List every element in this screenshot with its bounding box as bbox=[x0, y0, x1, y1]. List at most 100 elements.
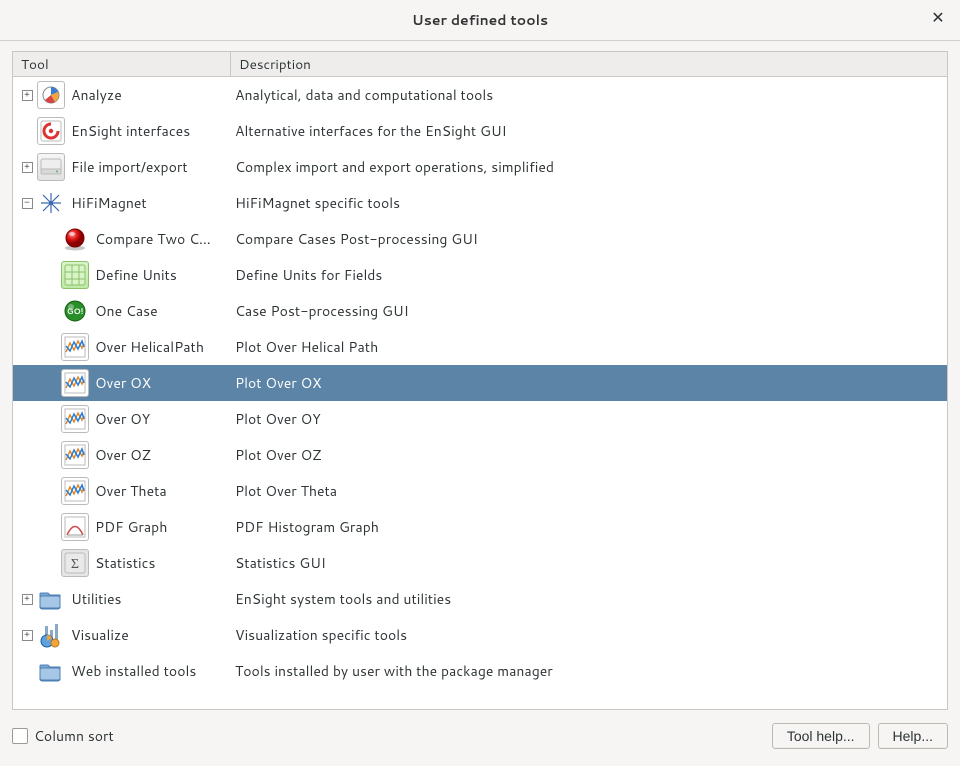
tree-row-label: Over HelicalPath bbox=[95, 337, 204, 357]
tree-row-label: Over OZ bbox=[95, 445, 151, 465]
tree-row-description: EnSight system tools and utilities bbox=[231, 589, 947, 609]
tree-row-label: Web installed tools bbox=[71, 661, 196, 681]
define-icon bbox=[61, 261, 89, 289]
tree-row[interactable]: Define UnitsDefine Units for Fields bbox=[13, 257, 947, 293]
tree-row[interactable]: Over ThetaPlot Over Theta bbox=[13, 473, 947, 509]
plot-icon bbox=[61, 369, 89, 397]
window: User defined tools ✕ Tool Description + A… bbox=[0, 0, 960, 766]
expander-placeholder bbox=[21, 413, 33, 425]
plot-icon bbox=[61, 333, 89, 361]
close-icon[interactable]: ✕ bbox=[928, 8, 948, 28]
tree-row-description: Plot Over OX bbox=[231, 373, 947, 393]
expander-placeholder bbox=[21, 305, 33, 317]
expand-icon[interactable]: + bbox=[21, 593, 33, 605]
tree-row-tool-cell: + Visualize bbox=[13, 621, 231, 649]
tree-row-label: HiFiMagnet bbox=[71, 193, 147, 213]
tree-row-label: Visualize bbox=[71, 625, 129, 645]
visual-icon bbox=[37, 621, 65, 649]
column-sort-label: Column sort bbox=[34, 726, 114, 746]
tree-row-label: Over Theta bbox=[95, 481, 167, 501]
stats-icon: Σ bbox=[61, 549, 89, 577]
footer: Column sort Tool help... Help... bbox=[12, 716, 948, 756]
ensight-icon bbox=[37, 117, 65, 145]
tree-row-tool-cell: − HiFiMagnet bbox=[13, 189, 231, 217]
plot-icon bbox=[61, 405, 89, 433]
tree-row[interactable]: Over HelicalPath Plot Over Helical Path bbox=[13, 329, 947, 365]
titlebar: User defined tools ✕ bbox=[0, 0, 960, 41]
tree-row-label: Over OX bbox=[95, 373, 151, 393]
tree-row[interactable]: Over OZ Plot Over OZ bbox=[13, 437, 947, 473]
column-header-description[interactable]: Description bbox=[231, 52, 947, 76]
folder-icon bbox=[37, 657, 65, 685]
column-header-tool[interactable]: Tool bbox=[13, 52, 231, 76]
tree-row[interactable]: Over OY Plot Over OY bbox=[13, 401, 947, 437]
tree-row-description: Compare Cases Post-processing GUI bbox=[231, 229, 947, 249]
tree-row[interactable]: EnSight interfaces Alternative interfaces… bbox=[13, 113, 947, 149]
expander-placeholder bbox=[21, 665, 33, 677]
tree-row-description: Plot Over OZ bbox=[231, 445, 947, 465]
tree-row-label: Over OY bbox=[95, 409, 150, 429]
expander-placeholder bbox=[21, 233, 33, 245]
tree-row-description: Alternative interfaces for the EnSight G… bbox=[231, 121, 947, 141]
tree-row-label: File import/export bbox=[71, 157, 188, 177]
tree-row-tool-cell: Over Theta bbox=[13, 477, 231, 505]
window-title: User defined tools bbox=[412, 10, 548, 30]
help-button[interactable]: Help... bbox=[878, 723, 948, 749]
tree-row-tool-cell: Over OZ bbox=[13, 441, 231, 469]
tree-row-label: Define Units bbox=[95, 265, 177, 285]
tree-row[interactable]: Web installed tools Tools installed by us… bbox=[13, 653, 947, 689]
tool-help-button[interactable]: Tool help... bbox=[772, 723, 870, 749]
tree-row-label: PDF Graph bbox=[95, 517, 167, 537]
tree-row[interactable]: PDF Graph PDF Histogram Graph bbox=[13, 509, 947, 545]
tree-row-description: Visualization specific tools bbox=[231, 625, 947, 645]
tree-row-tool-cell: Over OX bbox=[13, 369, 231, 397]
expand-icon[interactable]: + bbox=[21, 161, 33, 173]
expander-placeholder bbox=[21, 449, 33, 461]
plot-icon bbox=[61, 441, 89, 469]
tree-row[interactable]: Over OX Plot Over OX bbox=[13, 365, 947, 401]
expand-icon[interactable]: + bbox=[21, 629, 33, 641]
expand-icon[interactable]: + bbox=[21, 89, 33, 101]
pdf-icon bbox=[61, 513, 89, 541]
expander-placeholder bbox=[21, 269, 33, 281]
tree-row[interactable]: −HiFiMagnetHiFiMagnet specific tools bbox=[13, 185, 947, 221]
folder-icon bbox=[37, 585, 65, 613]
tree-row-tool-cell: PDF Graph bbox=[13, 513, 231, 541]
tree-row-tool-cell: Over HelicalPath bbox=[13, 333, 231, 361]
tree-row[interactable]: Compare Two C…Compare Cases Post-process… bbox=[13, 221, 947, 257]
column-headers: Tool Description bbox=[13, 52, 947, 77]
tree-row-label: Analyze bbox=[71, 85, 122, 105]
tree-row[interactable]: + File import/export Complex import and ex… bbox=[13, 149, 947, 185]
onecase-icon: GO! bbox=[61, 297, 89, 325]
tree-row[interactable]: GO! One Case Case Post-processing GUI bbox=[13, 293, 947, 329]
tree-row-description: Plot Over OY bbox=[231, 409, 947, 429]
tree-row[interactable]: ΣStatisticsStatistics GUI bbox=[13, 545, 947, 581]
tree-row-label: One Case bbox=[95, 301, 158, 321]
tree-row-tool-cell: EnSight interfaces bbox=[13, 117, 231, 145]
tree-row-description: Case Post-processing GUI bbox=[231, 301, 947, 321]
column-sort-checkbox[interactable]: Column sort bbox=[12, 726, 114, 746]
tree-row[interactable]: + Visualize Visualization specific tools bbox=[13, 617, 947, 653]
tree-row-description: PDF Histogram Graph bbox=[231, 517, 947, 537]
collapse-icon[interactable]: − bbox=[21, 197, 33, 209]
svg-text:Σ: Σ bbox=[71, 557, 79, 572]
tree-row-tool-cell: Compare Two C… bbox=[13, 225, 231, 253]
tree-row-description: Tools installed by user with the package… bbox=[231, 661, 947, 681]
tree-view[interactable]: + Analyze Analytical, data and computation… bbox=[13, 77, 947, 709]
tree-row-tool-cell: Web installed tools bbox=[13, 657, 231, 685]
tree-row[interactable]: + Analyze Analytical, data and computation… bbox=[13, 77, 947, 113]
plot-icon bbox=[61, 477, 89, 505]
expander-placeholder bbox=[21, 485, 33, 497]
svg-text:GO!: GO! bbox=[67, 305, 84, 317]
expander-placeholder bbox=[21, 125, 33, 137]
tree-row-label: EnSight interfaces bbox=[71, 121, 190, 141]
tree-row-description: Complex import and export operations, si… bbox=[231, 157, 947, 177]
tree-row-description: Plot Over Helical Path bbox=[231, 337, 947, 357]
expander-placeholder bbox=[21, 521, 33, 533]
tree-panel: Tool Description + Analyze Analytical, dat… bbox=[12, 51, 948, 710]
tree-row-description: Analytical, data and computational tools bbox=[231, 85, 947, 105]
tree-row-tool-cell: Define Units bbox=[13, 261, 231, 289]
tree-row-tool-cell: + Utilities bbox=[13, 585, 231, 613]
tree-row[interactable]: + Utilities EnSight system tools and utili… bbox=[13, 581, 947, 617]
tree-row-label: Utilities bbox=[71, 589, 122, 609]
